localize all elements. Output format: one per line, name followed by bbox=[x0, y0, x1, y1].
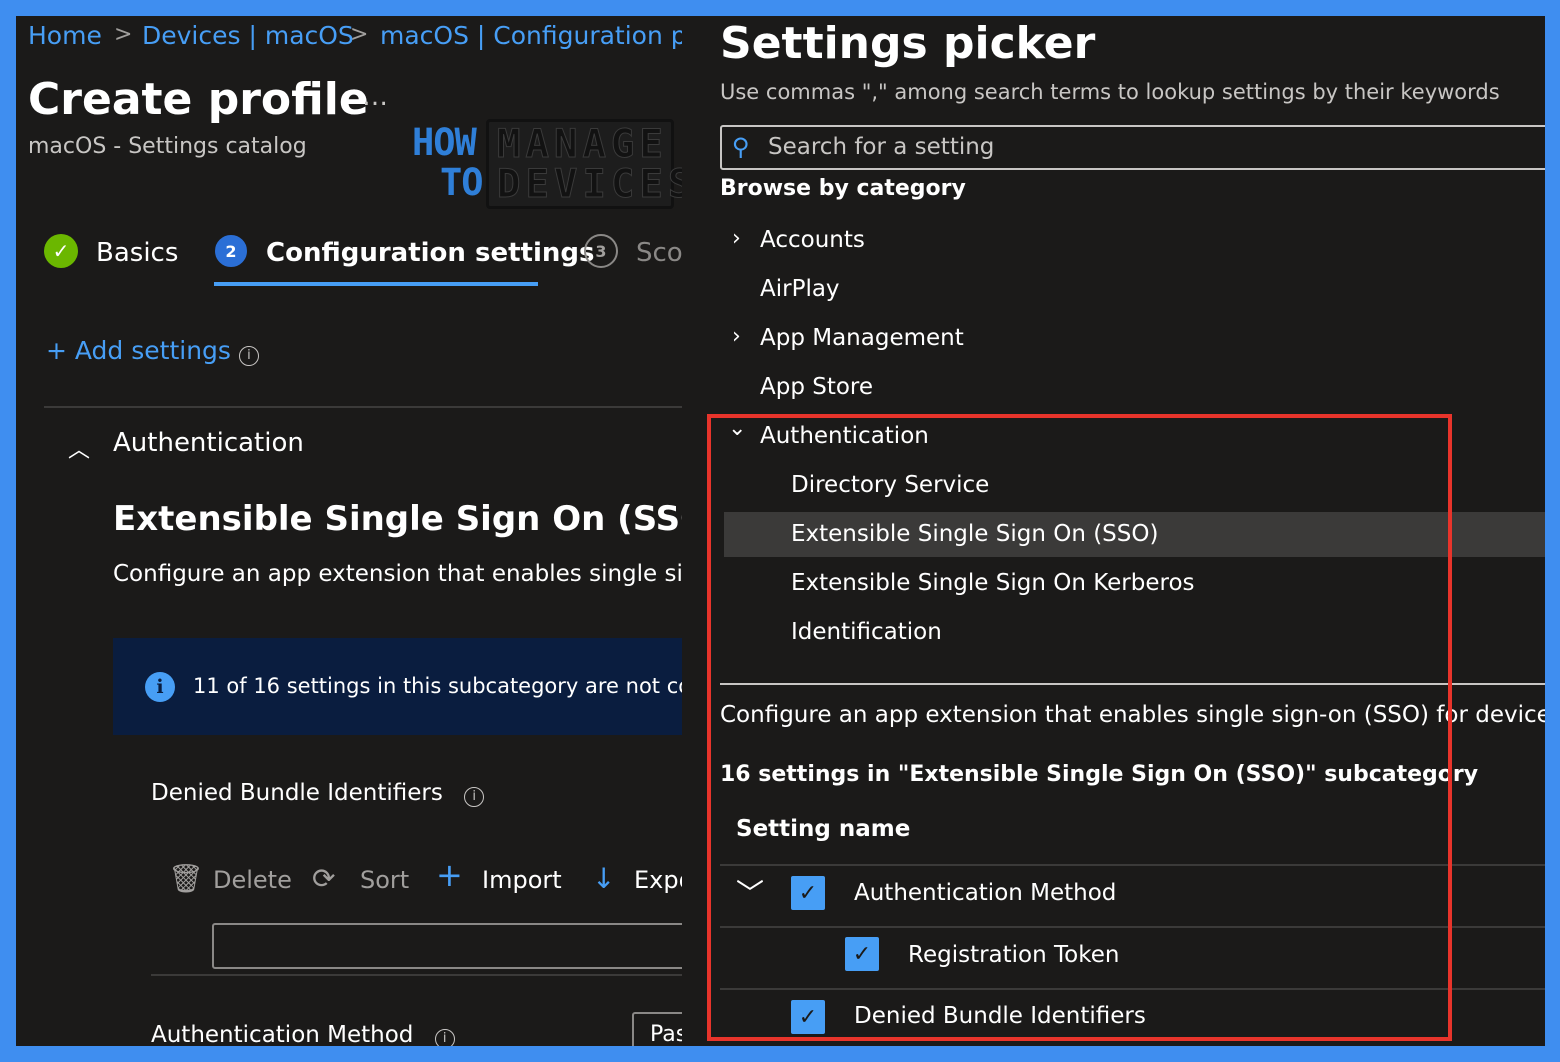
info-icon[interactable]: i bbox=[238, 345, 259, 366]
setting-authentication-method[interactable]: Authentication Method bbox=[854, 880, 1116, 906]
step-configuration-settings[interactable]: Configuration settings bbox=[266, 238, 594, 268]
authentication-method-label: Authentication Method i bbox=[151, 1022, 455, 1046]
logo-text-to: TO bbox=[440, 161, 484, 204]
settings-picker-pane: Settings picker Use commas "," among sea… bbox=[682, 16, 1545, 1046]
table-row-divider bbox=[720, 926, 1545, 928]
chevron-down-icon[interactable]: ⌄ bbox=[728, 416, 746, 441]
breadcrumb-home[interactable]: Home bbox=[28, 21, 102, 50]
create-profile-pane: Home > Devices | macOS > macOS | Configu… bbox=[16, 16, 682, 1046]
plus-icon[interactable]: + bbox=[436, 856, 463, 894]
app-frame: Home > Devices | macOS > macOS | Configu… bbox=[16, 16, 1545, 1046]
subcategory-extensible-sso-kerberos[interactable]: Extensible Single Sign On Kerberos bbox=[791, 570, 1195, 596]
export-button[interactable]: Expo bbox=[634, 866, 682, 894]
chevron-right-icon[interactable]: › bbox=[732, 226, 741, 251]
breadcrumb-separator: > bbox=[114, 22, 133, 47]
chevron-down-icon[interactable]: ﹀ bbox=[736, 872, 764, 912]
picker-title: Settings picker bbox=[720, 18, 1096, 69]
search-placeholder: Search for a setting bbox=[768, 134, 995, 160]
category-airplay[interactable]: AirPlay bbox=[760, 276, 840, 302]
delete-button[interactable]: Delete bbox=[213, 866, 292, 894]
breadcrumb-devices-macos[interactable]: Devices | macOS bbox=[142, 21, 354, 50]
logo-text-manage: MANAGE bbox=[497, 122, 668, 167]
checkbox-authentication-method[interactable]: ✓ bbox=[791, 876, 825, 910]
sort-button[interactable]: Sort bbox=[360, 866, 409, 894]
step-basics[interactable]: Basics bbox=[96, 238, 178, 268]
active-step-underline bbox=[214, 282, 538, 286]
authentication-method-dropdown[interactable]: Pas bbox=[632, 1012, 682, 1046]
step-3-icon[interactable]: 3 bbox=[584, 234, 618, 268]
logo-box: MANAGE DEVICES bbox=[486, 119, 682, 209]
more-options-icon[interactable]: … bbox=[362, 82, 390, 112]
page-title: Create profile bbox=[28, 74, 369, 125]
denied-bundle-identifiers-text: Denied Bundle Identifiers bbox=[151, 780, 443, 806]
info-banner-text: 11 of 16 settings in this subcategory ar… bbox=[193, 674, 682, 698]
subcategory-directory-service[interactable]: Directory Service bbox=[791, 472, 989, 498]
breadcrumb-configuration[interactable]: macOS | Configuration pr bbox=[380, 21, 682, 50]
info-filled-icon: i bbox=[145, 672, 175, 702]
checkbox-registration-token[interactable]: ✓ bbox=[845, 937, 879, 971]
info-icon[interactable]: i bbox=[434, 1028, 455, 1046]
step-2-icon[interactable]: 2 bbox=[215, 235, 247, 267]
add-settings-link[interactable]: + Add settings i bbox=[46, 336, 259, 366]
step-scope[interactable]: Sco bbox=[636, 238, 682, 268]
subcategory-identification[interactable]: Identification bbox=[791, 619, 942, 645]
subcategory-description: Configure an app extension that enables … bbox=[720, 702, 1545, 728]
logo-text-devices: DEVICES bbox=[496, 162, 682, 207]
picker-hint: Use commas "," among search terms to loo… bbox=[720, 80, 1500, 104]
checkbox-denied-bundle-identifiers[interactable]: ✓ bbox=[791, 1000, 825, 1034]
category-app-management[interactable]: App Management bbox=[760, 325, 964, 351]
search-icon: ⚲ bbox=[732, 133, 750, 161]
info-banner: i 11 of 16 settings in this subcategory … bbox=[113, 638, 682, 735]
info-icon[interactable]: i bbox=[464, 786, 485, 807]
browse-by-category-heading: Browse by category bbox=[720, 176, 966, 201]
category-authentication[interactable]: Authentication bbox=[760, 423, 929, 449]
table-row-divider bbox=[720, 988, 1545, 990]
import-button[interactable]: Import bbox=[482, 866, 562, 894]
divider bbox=[151, 974, 682, 976]
denied-bundle-identifier-input[interactable] bbox=[212, 923, 682, 969]
category-authentication[interactable]: Authentication bbox=[113, 428, 304, 458]
page-subtitle: macOS - Settings catalog bbox=[28, 134, 307, 159]
divider bbox=[720, 683, 1545, 685]
chevron-up-icon[interactable]: ︿ bbox=[68, 432, 90, 464]
logo-text-how: HOW bbox=[412, 121, 477, 164]
denied-bundle-identifiers-label: Denied Bundle Identifiers i bbox=[151, 780, 485, 807]
subcategory-description: Configure an app extension that enables … bbox=[113, 561, 682, 587]
subcategory-title: Extensible Single Sign On (SSO) bbox=[113, 499, 682, 539]
subcategory-extensible-sso[interactable]: Extensible Single Sign On (SSO) bbox=[791, 521, 1158, 547]
chevron-right-icon[interactable]: › bbox=[732, 324, 741, 349]
category-accounts[interactable]: Accounts bbox=[760, 227, 865, 253]
add-settings-label[interactable]: + Add settings bbox=[46, 336, 231, 365]
divider bbox=[44, 406, 682, 408]
category-app-store[interactable]: App Store bbox=[760, 374, 873, 400]
delete-icon[interactable]: 🗑 bbox=[168, 862, 204, 895]
sort-icon[interactable]: ⟳ bbox=[312, 862, 335, 895]
step-basics-complete-icon[interactable]: ✓ bbox=[44, 234, 78, 268]
setting-denied-bundle-identifiers[interactable]: Denied Bundle Identifiers bbox=[854, 1003, 1146, 1029]
column-header-setting-name: Setting name bbox=[736, 816, 911, 842]
authentication-method-text: Authentication Method bbox=[151, 1022, 414, 1046]
settings-count: 16 settings in "Extensible Single Sign O… bbox=[720, 762, 1479, 787]
breadcrumb-separator: > bbox=[350, 22, 369, 47]
setting-registration-token[interactable]: Registration Token bbox=[908, 942, 1119, 968]
search-input[interactable]: ⚲ Search for a setting bbox=[720, 125, 1545, 170]
table-divider bbox=[720, 864, 1545, 866]
download-icon[interactable]: ↓ bbox=[592, 862, 615, 895]
